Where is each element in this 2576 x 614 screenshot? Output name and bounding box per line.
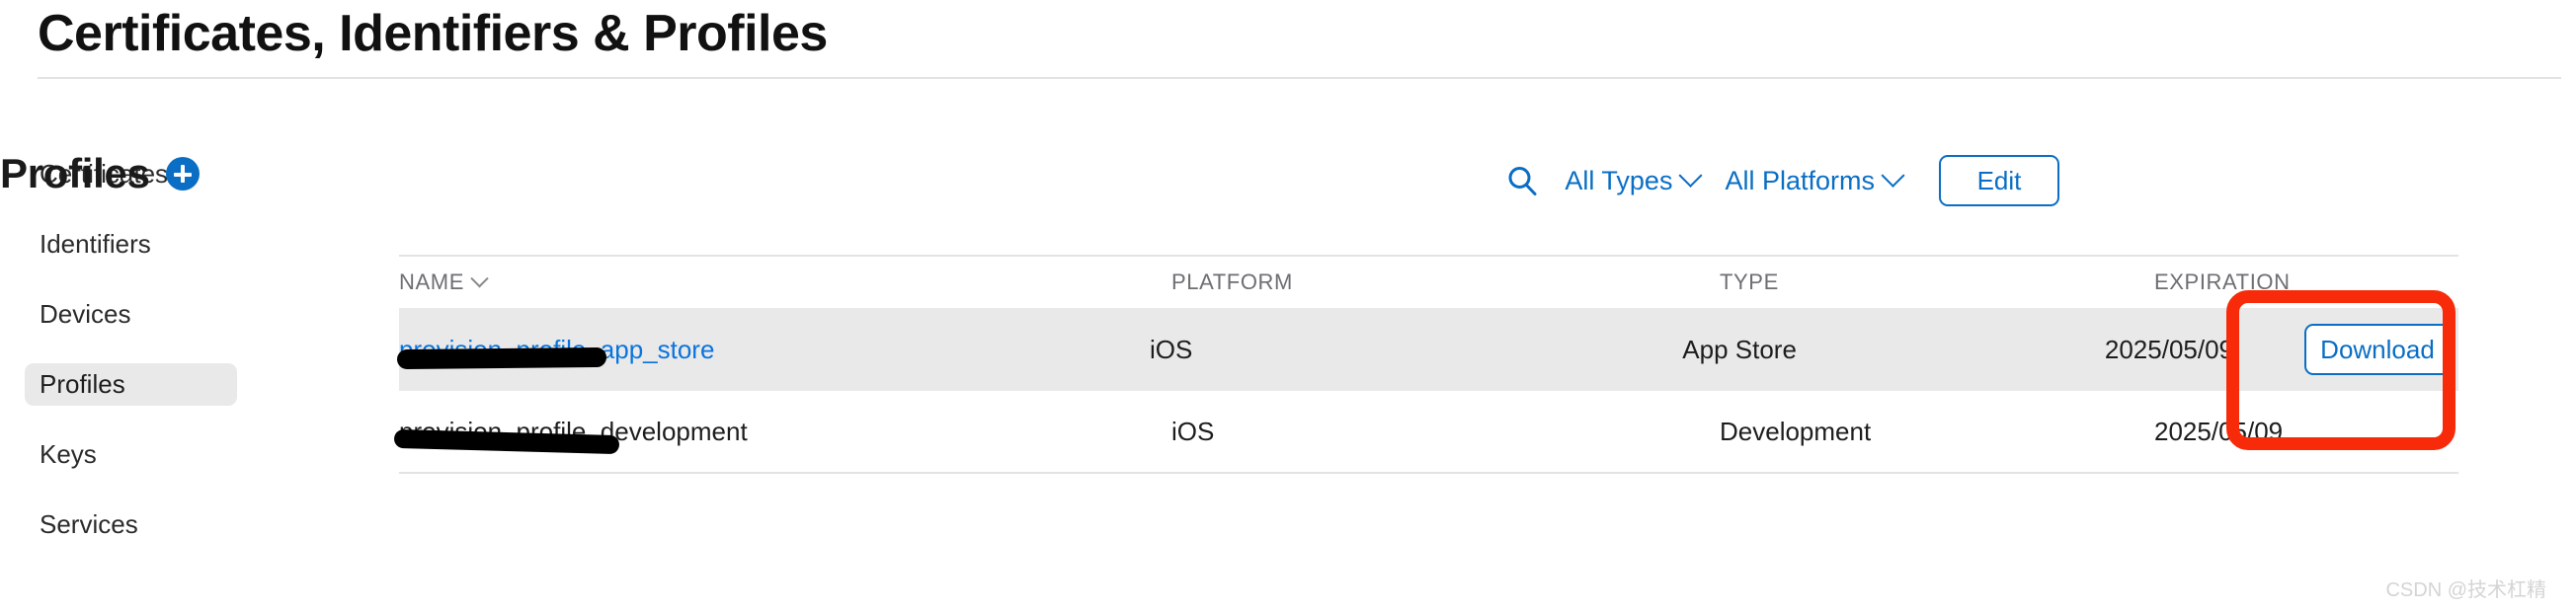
sidebar-item-label: Profiles [40, 369, 125, 399]
sidebar: Certificates Identifiers Devices Profile… [0, 153, 336, 574]
watermark: CSDN @技术杠精 [2385, 579, 2546, 601]
platform-filter-label: All Platforms [1725, 165, 1875, 195]
chevron-down-icon [1678, 163, 1703, 188]
sidebar-item-label: Services [40, 509, 138, 539]
platform-filter-dropdown[interactable]: All Platforms [1725, 163, 1905, 196]
profile-platform-cell: iOS [1149, 334, 1193, 364]
profile-platform-cell: iOS [1171, 416, 1215, 446]
profile-name-link[interactable]: provision_profile_app_store [399, 335, 714, 364]
table-row[interactable]: provision_profile_app_store iOS App Stor… [396, 308, 2458, 391]
column-header-name-label: NAME [399, 269, 464, 294]
plus-circle-icon[interactable] [165, 157, 200, 191]
search-icon[interactable] [1505, 164, 1539, 197]
table-row[interactable]: provision_profile_development iOS Develo… [393, 391, 2458, 474]
edit-button[interactable]: Edit [1939, 155, 2059, 206]
profile-action-cell: Download [2304, 324, 2458, 375]
toolbar: All Types All Platforms Edit [1505, 155, 2059, 206]
profile-name-text[interactable]: provision_profile_development [399, 417, 748, 446]
profile-expiration-cell: 2025/05/09 [2154, 416, 2284, 446]
profiles-heading-group: Profiles [0, 153, 200, 194]
chevron-down-icon [1881, 163, 1905, 188]
type-filter-label: All Types [1565, 165, 1673, 195]
page-title: Certificates, Identifiers & Profiles [38, 5, 828, 62]
title-divider [38, 77, 2561, 79]
section-title: Profiles [0, 150, 150, 196]
column-header-name[interactable]: NAME [399, 269, 1171, 295]
column-header-type: TYPE [1720, 269, 1779, 294]
profile-type-cell: App Store [1682, 334, 1797, 364]
profile-type-cell: Development [1720, 416, 1872, 446]
sidebar-item-devices[interactable]: Devices [0, 293, 336, 336]
sidebar-item-keys[interactable]: Keys [0, 433, 336, 476]
sidebar-item-label: Devices [40, 299, 131, 329]
type-filter-dropdown[interactable]: All Types [1565, 163, 1703, 196]
content-header: Profiles All Types All Platforms Edit [0, 153, 2059, 214]
profile-name-cell: provision_profile_app_store [396, 335, 1150, 369]
download-button[interactable]: Download [2304, 324, 2451, 375]
sidebar-item-identifiers[interactable]: Identifiers [0, 223, 336, 266]
sidebar-item-profiles[interactable]: Profiles [25, 363, 237, 406]
sidebar-item-label: Identifiers [40, 229, 151, 259]
column-header-expiration: EXPIRATION [2154, 269, 2291, 294]
table-header-row: NAME PLATFORM TYPE EXPIRATION [399, 257, 2458, 308]
sidebar-item-services[interactable]: Services [0, 503, 336, 546]
profiles-table: NAME PLATFORM TYPE EXPIRATION provision_… [393, 255, 2458, 474]
column-header-platform: PLATFORM [1171, 269, 1293, 294]
sidebar-item-label: Keys [40, 439, 97, 469]
profile-name-cell: provision_profile_development [393, 417, 1171, 454]
chevron-down-icon [470, 269, 489, 287]
profile-expiration-cell: 2025/05/09 [2104, 334, 2234, 364]
